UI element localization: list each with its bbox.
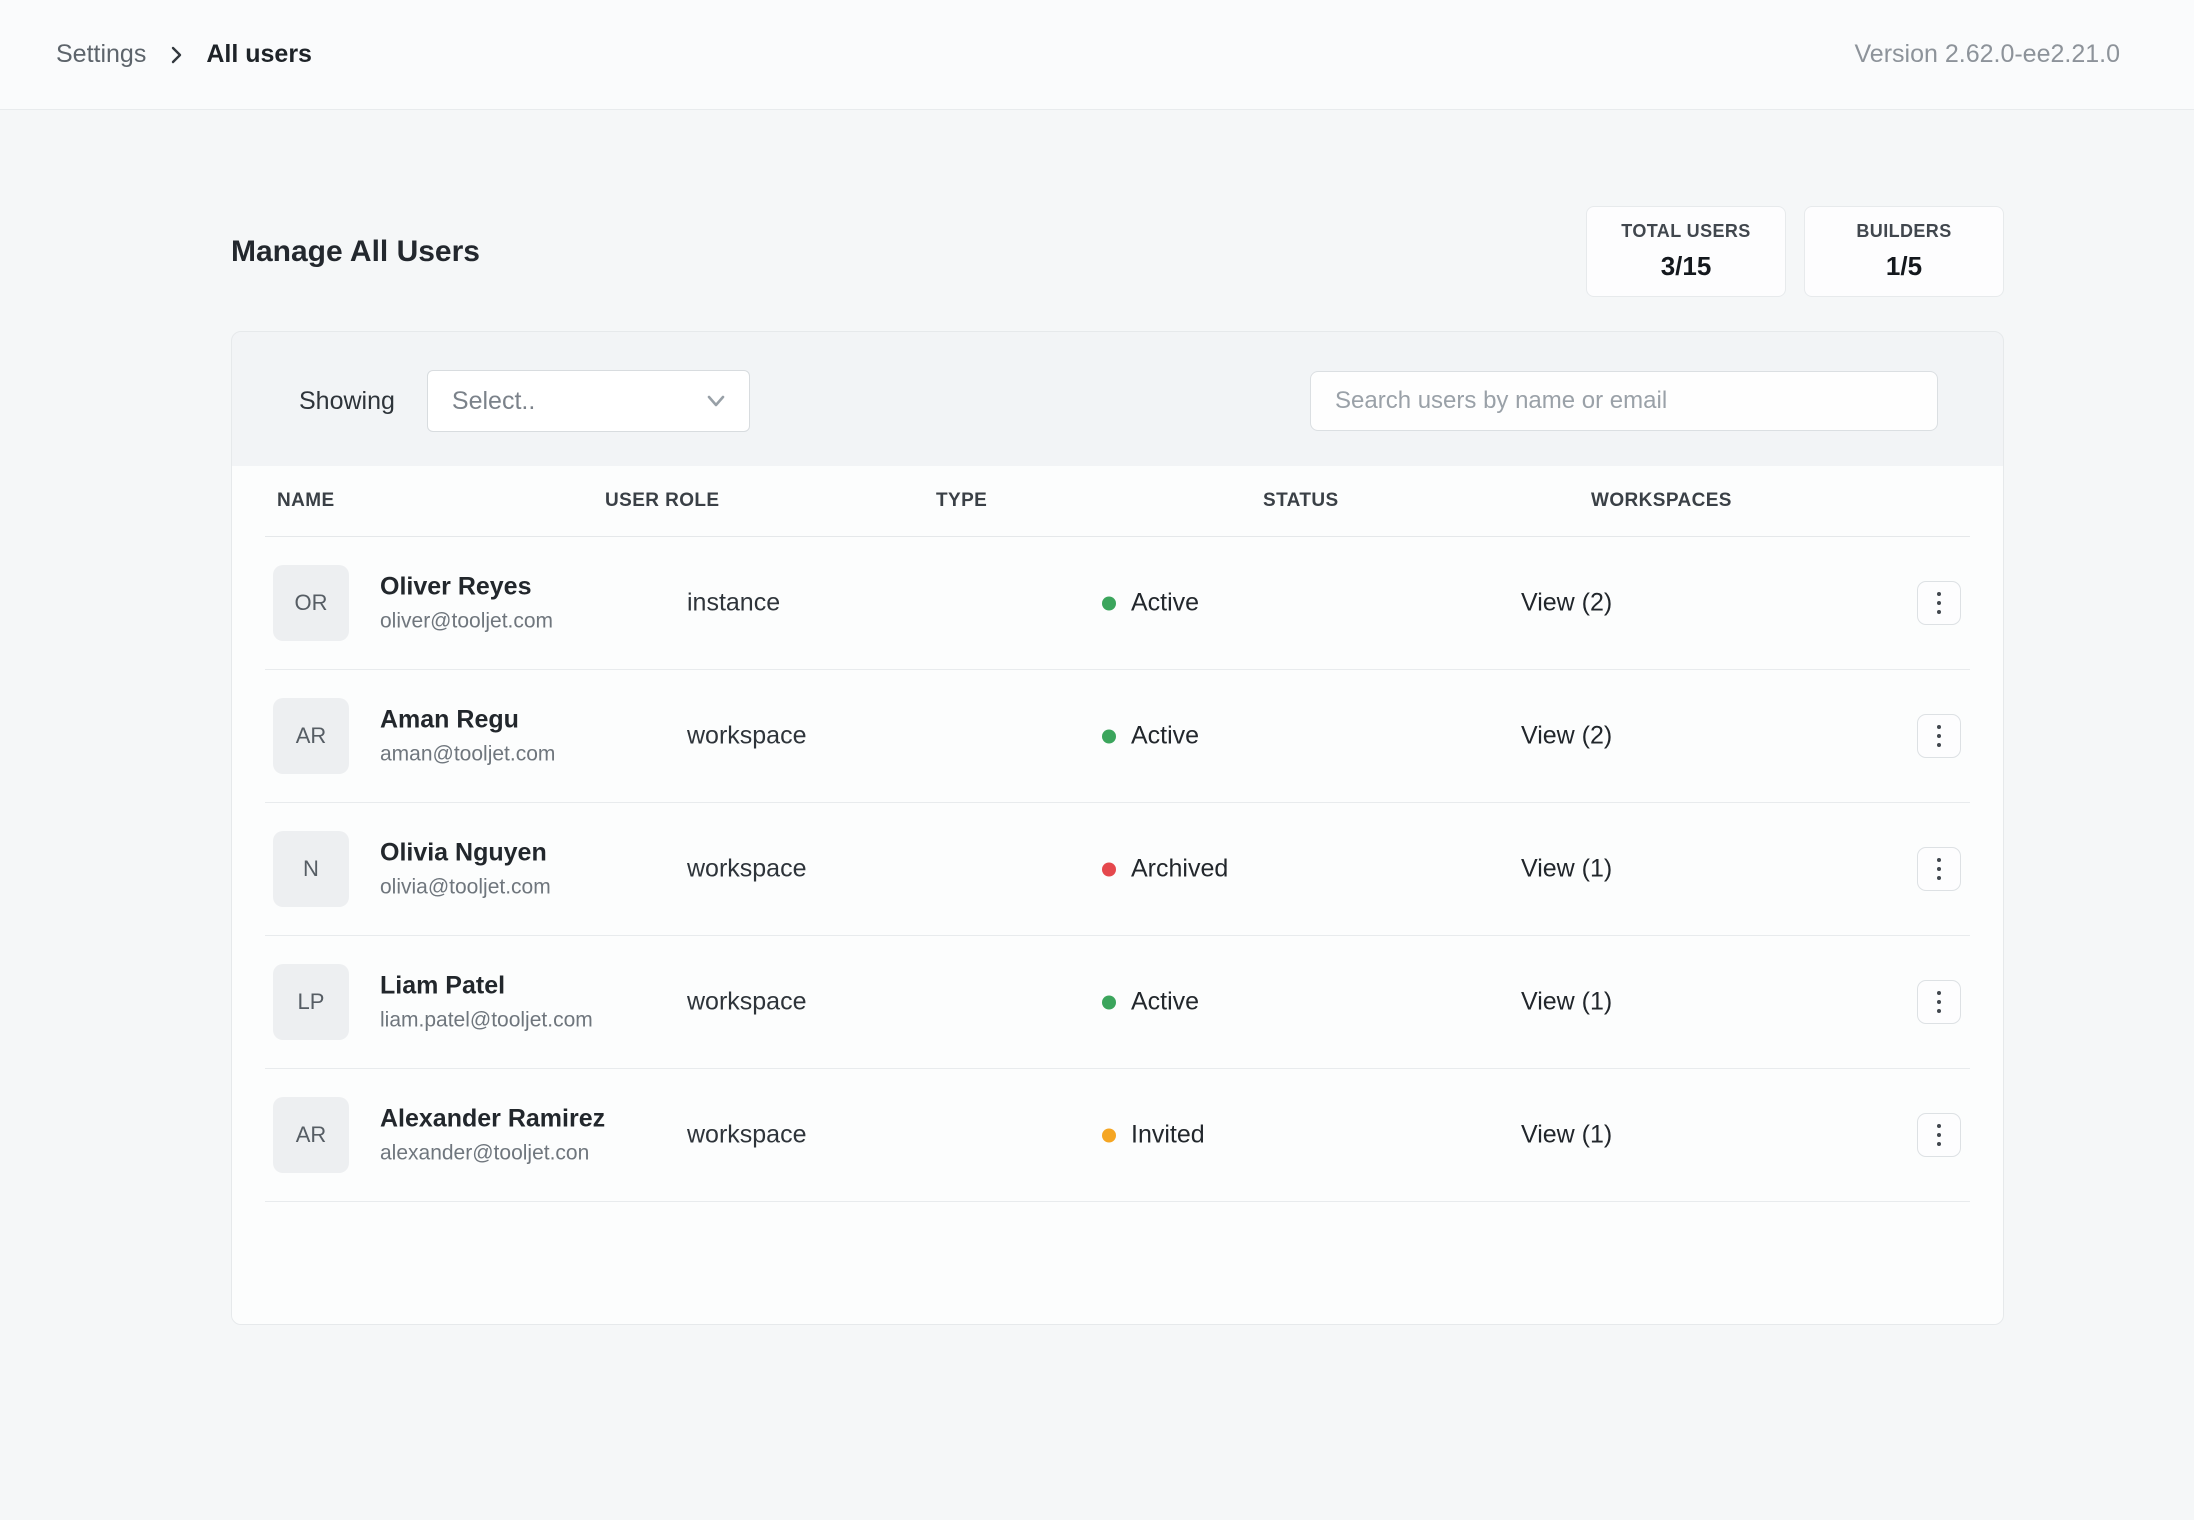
- user-email: oliver@tooljet.com: [380, 610, 553, 634]
- version-label: Version 2.62.0-ee2.21.0: [1855, 40, 2120, 69]
- status-dot: [1102, 729, 1116, 743]
- users-table: NAME USER ROLE TYPE STATUS WORKSPACES OR…: [232, 466, 2003, 1324]
- user-role: workspace: [687, 988, 807, 1017]
- user-email: aman@tooljet.com: [380, 743, 555, 767]
- table-row: AR Alexander Ramirez alexander@tooljet.c…: [265, 1069, 1970, 1202]
- kebab-menu-icon: [1937, 1124, 1941, 1146]
- status-dot: [1102, 995, 1116, 1009]
- workspaces-view-link[interactable]: View (2): [1521, 589, 1612, 618]
- table-header-row: NAME USER ROLE TYPE STATUS WORKSPACES: [265, 466, 1970, 537]
- status-dot: [1102, 1128, 1116, 1142]
- user-name: Liam Patel: [380, 972, 593, 1001]
- status-cell: Active: [1102, 988, 1199, 1017]
- status-label: Active: [1131, 589, 1199, 618]
- search-input[interactable]: [1310, 371, 1938, 431]
- avatar: LP: [273, 964, 349, 1040]
- user-name: Aman Regu: [380, 706, 555, 735]
- row-actions-button[interactable]: [1917, 714, 1961, 758]
- row-actions-button[interactable]: [1917, 1113, 1961, 1157]
- column-header-type: TYPE: [936, 490, 987, 512]
- stat-value-total-users: 3/15: [1661, 251, 1712, 282]
- column-header-workspaces: WORKSPACES: [1591, 490, 1732, 512]
- top-bar: Settings All users Version 2.62.0-ee2.21…: [0, 0, 2194, 110]
- chevron-down-icon: [703, 388, 729, 414]
- avatar: AR: [273, 1097, 349, 1173]
- user-email: alexander@tooljet.con: [380, 1142, 605, 1166]
- status-cell: Active: [1102, 589, 1199, 618]
- avatar: AR: [273, 698, 349, 774]
- stat-card-total-users: TOTAL USERS 3/15: [1586, 206, 1786, 297]
- user-block: Liam Patel liam.patel@tooljet.com: [380, 972, 593, 1033]
- row-actions-button[interactable]: [1917, 847, 1961, 891]
- user-block: Alexander Ramirez alexander@tooljet.con: [380, 1105, 605, 1166]
- column-header-name: NAME: [277, 490, 335, 512]
- user-name: Oliver Reyes: [380, 573, 553, 602]
- showing-label: Showing: [299, 387, 395, 416]
- workspaces-view-link[interactable]: View (1): [1521, 988, 1612, 1017]
- kebab-menu-icon: [1937, 991, 1941, 1013]
- kebab-menu-icon: [1937, 858, 1941, 880]
- user-block: Aman Regu aman@tooljet.com: [380, 706, 555, 767]
- avatar: OR: [273, 565, 349, 641]
- title-row: Manage All Users TOTAL USERS 3/15 BUILDE…: [231, 206, 2004, 297]
- table-row: N Olivia Nguyen olivia@tooljet.com works…: [265, 803, 1970, 936]
- user-name: Alexander Ramirez: [380, 1105, 605, 1134]
- breadcrumb: Settings All users: [56, 40, 312, 69]
- breadcrumb-chevron-icon: [166, 45, 186, 65]
- status-dot: [1102, 596, 1116, 610]
- stats-cards: TOTAL USERS 3/15 BUILDERS 1/5: [1586, 206, 2004, 297]
- breadcrumb-current-page: All users: [206, 40, 312, 69]
- user-block: Olivia Nguyen olivia@tooljet.com: [380, 839, 551, 900]
- user-email: olivia@tooljet.com: [380, 876, 551, 900]
- stat-label-total-users: TOTAL USERS: [1621, 221, 1750, 242]
- status-label: Active: [1131, 722, 1199, 751]
- status-cell: Active: [1102, 722, 1199, 751]
- user-role: workspace: [687, 1121, 807, 1150]
- workspaces-view-link[interactable]: View (1): [1521, 1121, 1612, 1150]
- status-label: Invited: [1131, 1121, 1205, 1150]
- main-content: Manage All Users TOTAL USERS 3/15 BUILDE…: [231, 206, 2004, 1325]
- stat-card-builders: BUILDERS 1/5: [1804, 206, 2004, 297]
- status-label: Archived: [1131, 855, 1228, 884]
- row-actions-button[interactable]: [1917, 980, 1961, 1024]
- filter-row: Showing Select..: [232, 332, 2003, 466]
- user-email: liam.patel@tooljet.com: [380, 1009, 593, 1033]
- status-dot: [1102, 862, 1116, 876]
- showing-filter-select-value: Select..: [452, 387, 535, 416]
- users-panel: Showing Select.. NAME USER ROLE TYPE STA…: [231, 331, 2004, 1325]
- table-row: OR Oliver Reyes oliver@tooljet.com insta…: [265, 537, 1970, 670]
- status-cell: Invited: [1102, 1121, 1205, 1150]
- status-label: Active: [1131, 988, 1199, 1017]
- user-role: workspace: [687, 855, 807, 884]
- page-title: Manage All Users: [231, 235, 480, 269]
- showing-filter-select[interactable]: Select..: [427, 370, 750, 432]
- table-row: LP Liam Patel liam.patel@tooljet.com wor…: [265, 936, 1970, 1069]
- workspaces-view-link[interactable]: View (2): [1521, 722, 1612, 751]
- kebab-menu-icon: [1937, 725, 1941, 747]
- user-role: instance: [687, 589, 780, 618]
- user-name: Olivia Nguyen: [380, 839, 551, 868]
- column-header-user-role: USER ROLE: [605, 490, 719, 512]
- user-role: workspace: [687, 722, 807, 751]
- stat-label-builders: BUILDERS: [1856, 221, 1951, 242]
- row-actions-button[interactable]: [1917, 581, 1961, 625]
- status-cell: Archived: [1102, 855, 1228, 884]
- user-block: Oliver Reyes oliver@tooljet.com: [380, 573, 553, 634]
- workspaces-view-link[interactable]: View (1): [1521, 855, 1612, 884]
- table-row: AR Aman Regu aman@tooljet.com workspace …: [265, 670, 1970, 803]
- kebab-menu-icon: [1937, 592, 1941, 614]
- stat-value-builders: 1/5: [1886, 251, 1922, 282]
- column-header-status: STATUS: [1263, 490, 1339, 512]
- breadcrumb-item-settings[interactable]: Settings: [56, 40, 146, 69]
- avatar: N: [273, 831, 349, 907]
